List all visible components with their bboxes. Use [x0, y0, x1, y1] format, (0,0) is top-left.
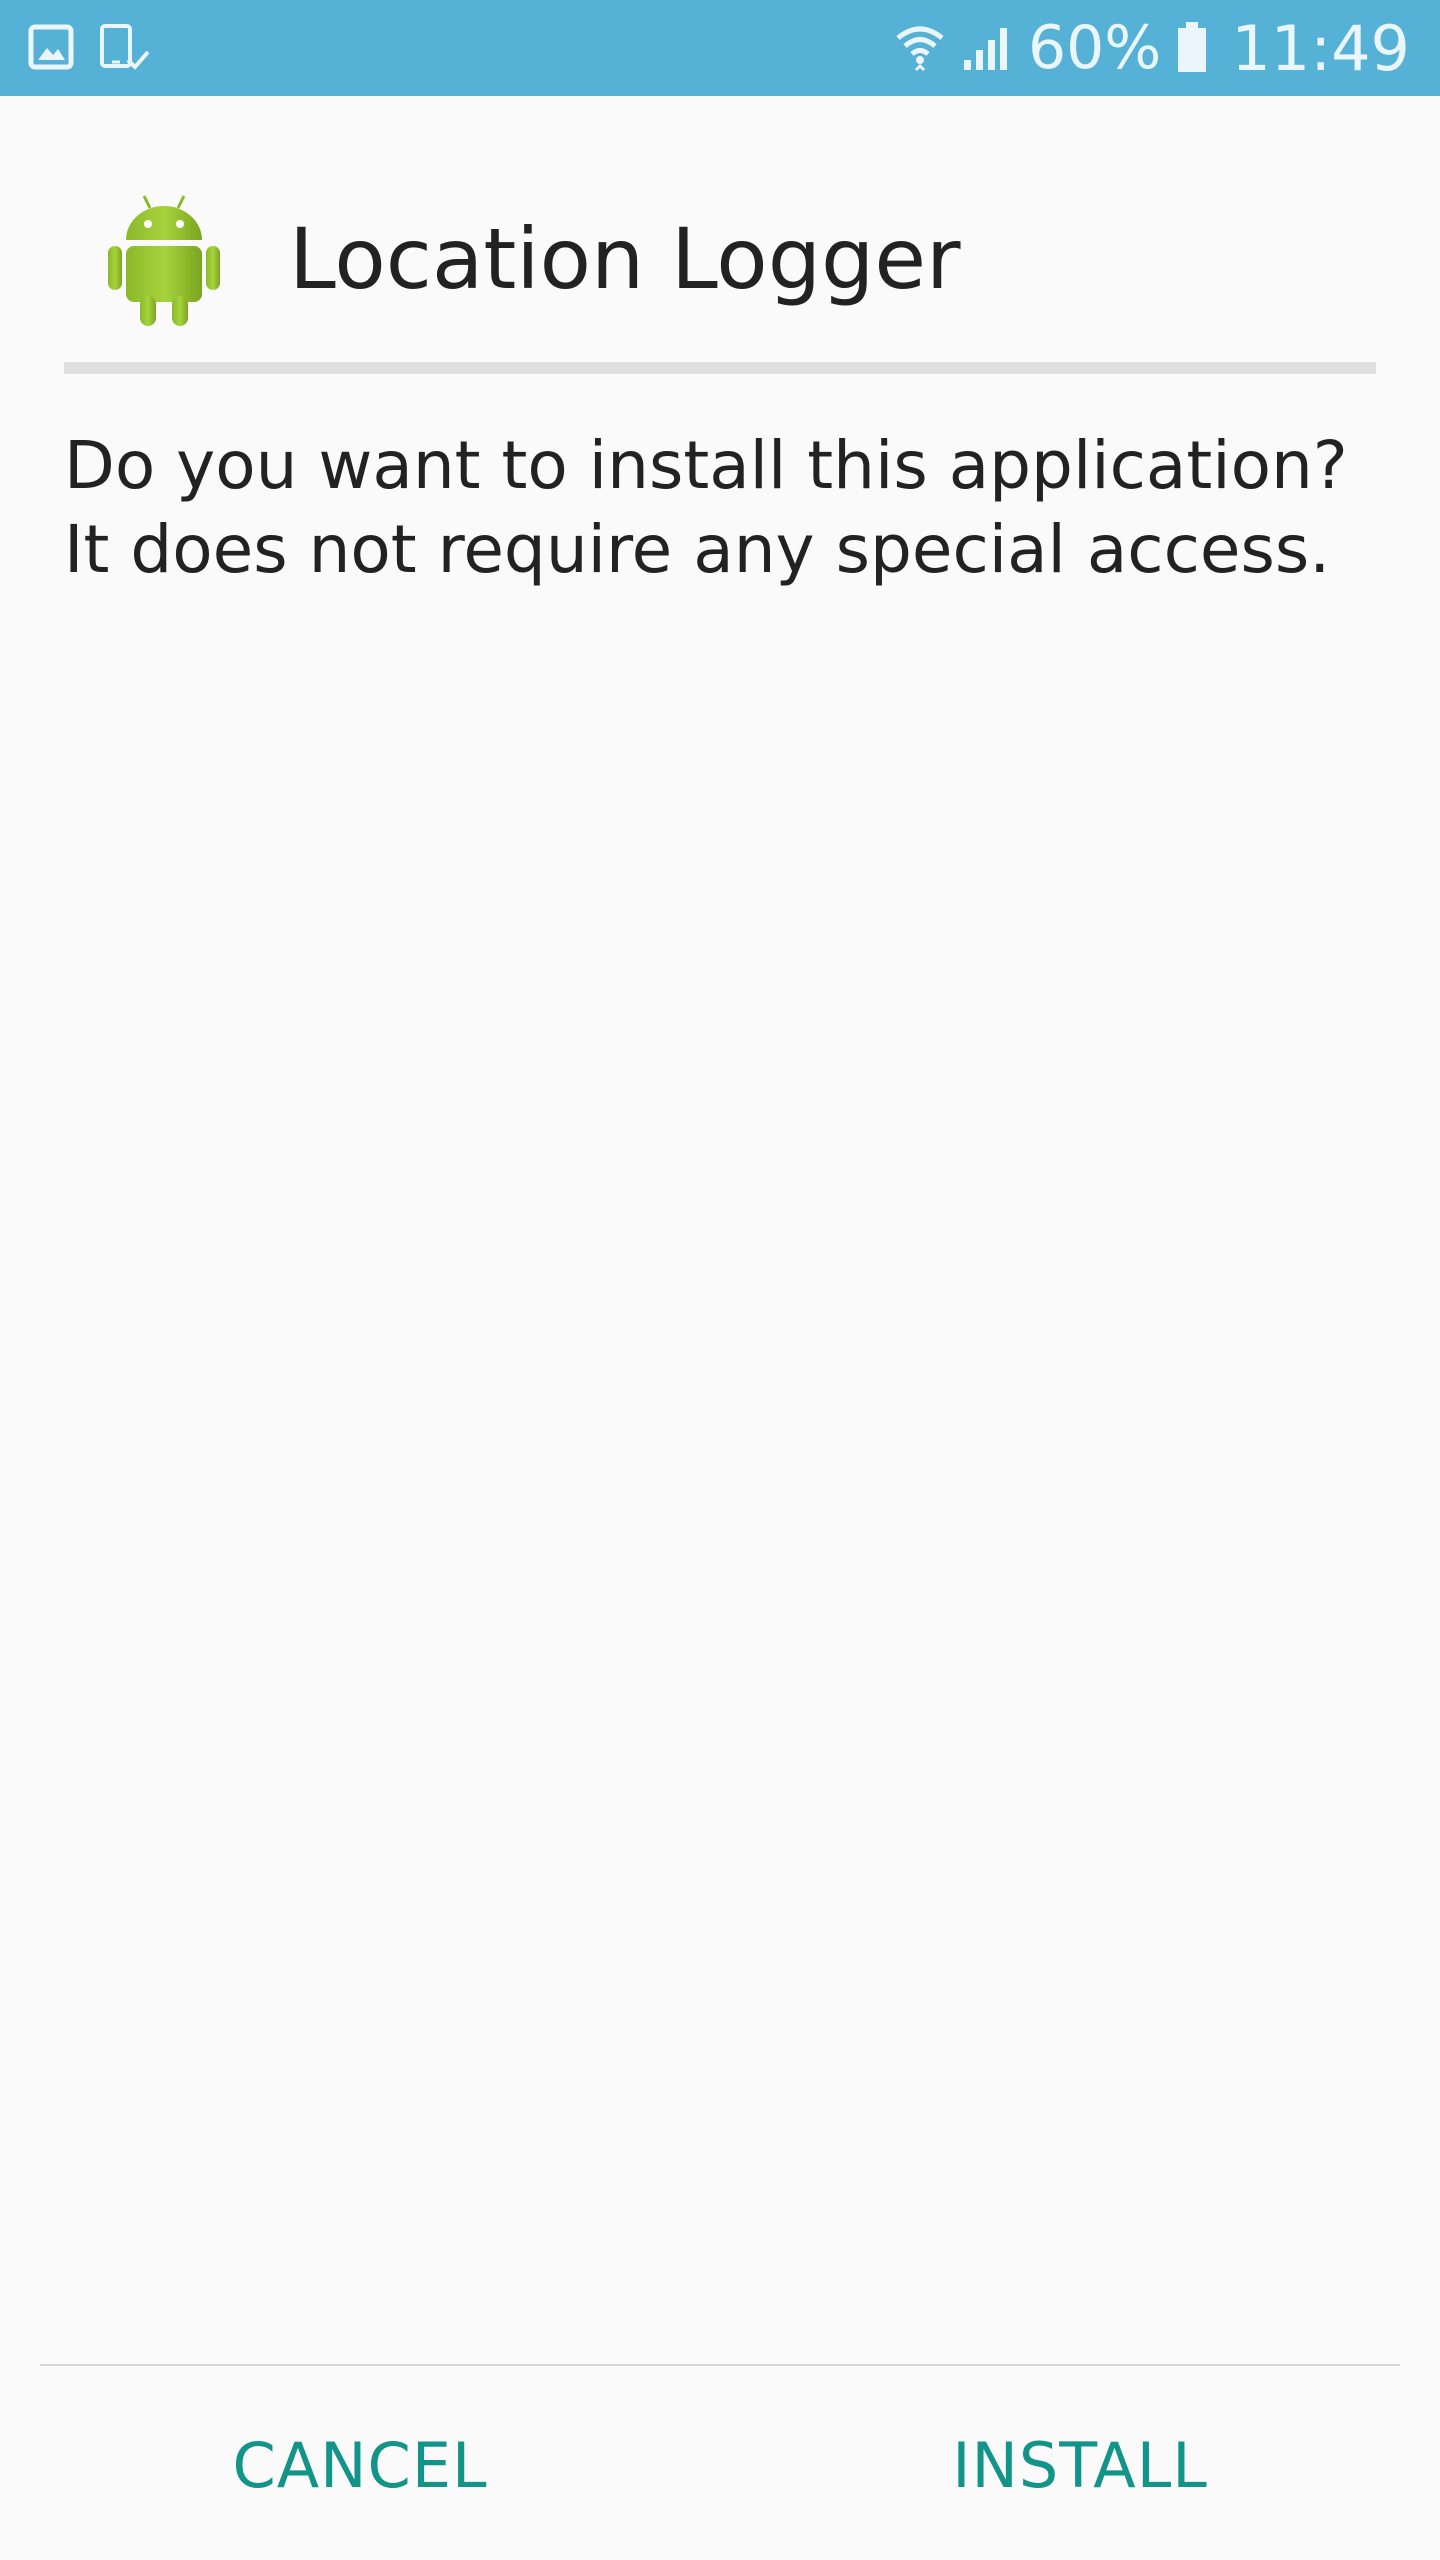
- install-button[interactable]: INSTALL: [780, 2400, 1380, 2530]
- button-bar-divider: [40, 2364, 1400, 2366]
- wifi-icon: [896, 26, 944, 72]
- status-time: 11:49: [1231, 11, 1410, 85]
- app-header: Location Logger: [64, 160, 1376, 360]
- battery-percent: 60%: [1027, 13, 1162, 83]
- status-bar: 60% 11:49: [0, 0, 1440, 96]
- image-notification-icon: [28, 24, 74, 70]
- battery-icon: [1178, 22, 1207, 72]
- status-bar-right: 60% 11:49: [894, 0, 1410, 96]
- app-title: Location Logger: [289, 210, 961, 308]
- header-divider: [64, 362, 1376, 374]
- cell-signal-icon: [963, 28, 1007, 70]
- device-check-icon: [100, 24, 150, 70]
- status-bar-left: [28, 22, 154, 74]
- install-message: Do you want to install this application?…: [64, 427, 1348, 588]
- android-robot-icon: [104, 188, 224, 328]
- cancel-button[interactable]: CANCEL: [60, 2400, 660, 2530]
